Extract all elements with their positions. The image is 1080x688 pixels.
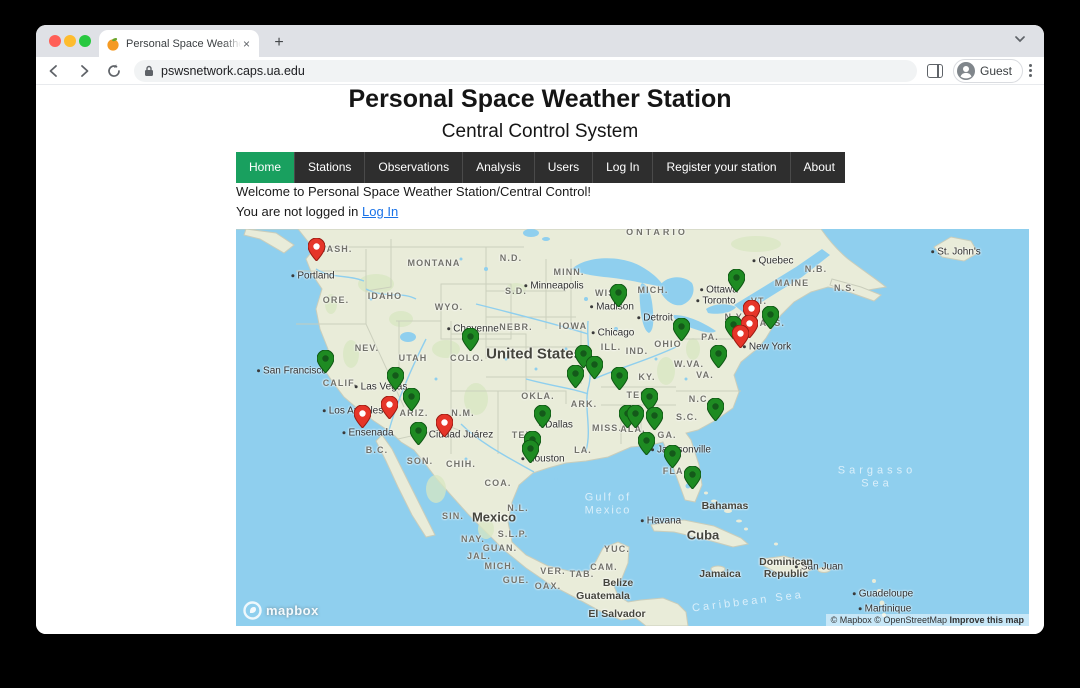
station-pin-green[interactable] xyxy=(610,284,627,307)
tangerine-favicon-icon xyxy=(106,37,120,51)
new-tab-button[interactable]: + xyxy=(269,33,289,53)
browser-tab[interactable]: Personal Space Weather Stati × xyxy=(99,30,259,57)
map-attribution: © Mapbox © OpenStreetMap Improve this ma… xyxy=(826,614,1029,626)
login-status-text: You are not logged in Log In xyxy=(236,204,398,219)
station-pin-green[interactable] xyxy=(567,365,584,388)
forward-button[interactable] xyxy=(72,59,96,83)
nav-item-about[interactable]: About xyxy=(790,152,848,183)
browser-toolbar: pswsnetwork.caps.ua.edu Guest xyxy=(36,57,1044,85)
minimize-window-button[interactable] xyxy=(64,35,76,47)
log-in-link[interactable]: Log In xyxy=(362,204,398,219)
welcome-text: Welcome to Personal Space Weather Statio… xyxy=(236,184,591,199)
mapbox-logo[interactable]: mapbox xyxy=(243,601,319,620)
station-pin-green[interactable] xyxy=(611,367,628,390)
login-status-label: You are not logged in xyxy=(236,204,358,219)
attribution-text[interactable]: © Mapbox © OpenStreetMap xyxy=(831,615,950,625)
station-pin-green[interactable] xyxy=(638,432,655,455)
browser-window: Personal Space Weather Stati × + pswsnet… xyxy=(36,25,1044,634)
back-button[interactable] xyxy=(42,59,66,83)
station-pin-green[interactable] xyxy=(673,318,690,341)
nav-item-analysis[interactable]: Analysis xyxy=(462,152,534,183)
nav-item-stations[interactable]: Stations xyxy=(294,152,364,183)
avatar xyxy=(957,62,975,80)
side-panel-icon[interactable] xyxy=(927,64,943,78)
kebab-menu-icon[interactable] xyxy=(1029,64,1032,77)
station-pin-green[interactable] xyxy=(627,405,644,428)
station-pin-red[interactable] xyxy=(308,238,325,261)
page-subtitle: Central Control System xyxy=(36,121,1044,143)
nav-item-log-in[interactable]: Log In xyxy=(592,152,652,183)
reload-button[interactable] xyxy=(102,59,126,83)
improve-map-link[interactable]: Improve this map xyxy=(949,615,1024,625)
tab-strip: Personal Space Weather Stati × + xyxy=(36,25,1044,57)
station-pin-green[interactable] xyxy=(410,422,427,445)
map-pins xyxy=(236,229,1029,626)
station-pin-green[interactable] xyxy=(710,345,727,368)
profile-button[interactable]: Guest xyxy=(953,59,1023,83)
webpage: Personal Space Weather Station Central C… xyxy=(36,85,1044,634)
station-map[interactable]: WASH.ORE.IDAHOMONTANAN.D.S.D.MINN.WIS.IO… xyxy=(236,229,1029,626)
station-pin-red[interactable] xyxy=(381,396,398,419)
nav-item-users[interactable]: Users xyxy=(534,152,592,183)
station-pin-green[interactable] xyxy=(707,398,724,421)
station-pin-green[interactable] xyxy=(586,356,603,379)
station-pin-green[interactable] xyxy=(684,466,701,489)
nav-item-register-your-station[interactable]: Register your station xyxy=(652,152,789,183)
lock-icon[interactable] xyxy=(144,65,154,77)
station-pin-red[interactable] xyxy=(436,414,453,437)
station-pin-green[interactable] xyxy=(317,350,334,373)
url-bar[interactable]: pswsnetwork.caps.ua.edu xyxy=(134,60,917,82)
station-pin-green[interactable] xyxy=(646,407,663,430)
maximize-window-button[interactable] xyxy=(79,35,91,47)
close-window-button[interactable] xyxy=(49,35,61,47)
station-pin-red[interactable] xyxy=(732,325,749,348)
page-title: Personal Space Weather Station xyxy=(36,85,1044,114)
station-pin-green[interactable] xyxy=(522,440,539,463)
station-pin-green[interactable] xyxy=(403,388,420,411)
station-pin-green[interactable] xyxy=(664,445,681,468)
tab-close-icon[interactable]: × xyxy=(241,37,252,51)
station-pin-green[interactable] xyxy=(534,405,551,428)
nav-item-observations[interactable]: Observations xyxy=(364,152,462,183)
url-text: pswsnetwork.caps.ua.edu xyxy=(161,64,305,78)
station-pin-green[interactable] xyxy=(728,269,745,292)
profile-label: Guest xyxy=(980,64,1012,78)
station-pin-red[interactable] xyxy=(354,405,371,428)
nav-item-home[interactable]: Home xyxy=(236,152,294,183)
mapbox-wordmark: mapbox xyxy=(266,603,319,618)
tab-title: Personal Space Weather Stati xyxy=(126,38,241,50)
station-pin-green[interactable] xyxy=(387,367,404,390)
main-nav: HomeStationsObservationsAnalysisUsersLog… xyxy=(236,152,845,183)
station-pin-green[interactable] xyxy=(462,328,479,351)
station-pin-green[interactable] xyxy=(762,306,779,329)
tab-search-chevron-icon[interactable] xyxy=(1014,35,1026,43)
mapbox-icon xyxy=(243,601,262,620)
